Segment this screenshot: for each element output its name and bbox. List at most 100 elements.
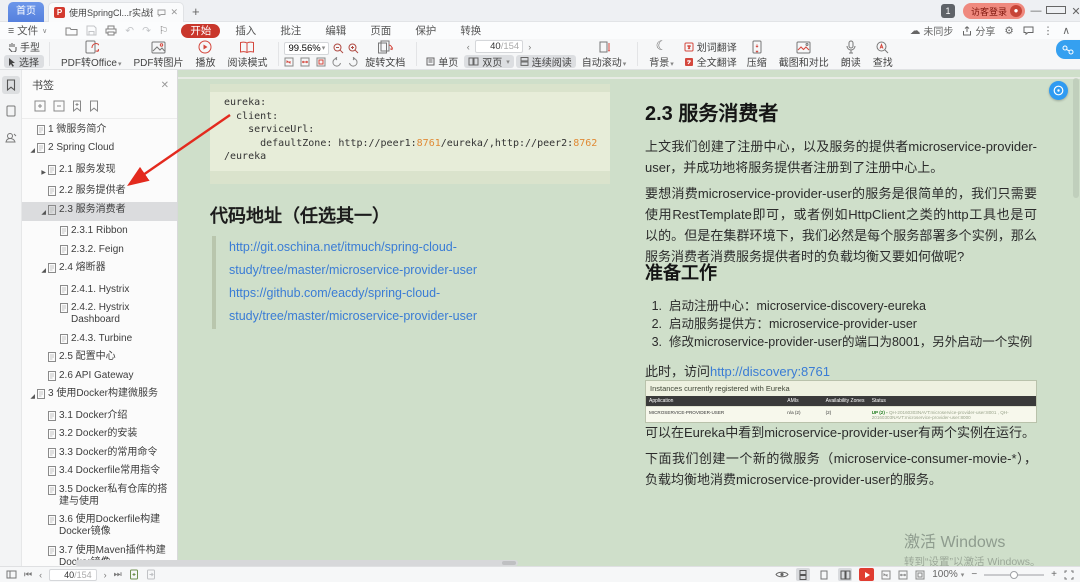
cloud-collaboration-tab[interactable] — [1056, 40, 1080, 59]
collapse-all-icon[interactable] — [53, 100, 65, 112]
menu-tab-3[interactable]: 编辑 — [316, 24, 355, 38]
rotate-left-icon[interactable] — [332, 57, 342, 67]
bookmark-item[interactable]: ◢2 Spring Cloud — [22, 140, 177, 159]
menu-tab-5[interactable]: 保护 — [406, 24, 445, 38]
close-window-button[interactable]: ✕ — [1066, 5, 1080, 18]
open-folder-icon[interactable] — [65, 26, 78, 36]
select-tool-button[interactable]: 选择 — [4, 55, 44, 68]
play-button[interactable]: 播放 — [189, 39, 221, 69]
settings-gear-icon[interactable]: ⚙ — [1004, 25, 1013, 37]
prev-page-icon-status[interactable]: ‹ — [39, 570, 42, 580]
expand-all-icon[interactable] — [34, 100, 46, 112]
hand-tool-button[interactable]: 手型 — [4, 40, 44, 53]
toggle-sidebar-icon[interactable] — [6, 570, 17, 579]
zoom-plus-icon[interactable]: + — [1051, 569, 1057, 580]
tree-expanded-icon[interactable]: ◢ — [37, 262, 46, 277]
snapshot-compare-button[interactable]: 截图和对比 — [773, 39, 835, 69]
fullscreen-icon[interactable] — [1064, 570, 1074, 580]
menu-tab-2[interactable]: 批注 — [271, 24, 310, 38]
bookmarks-panel-icon[interactable] — [2, 76, 20, 94]
assistant-float-button[interactable] — [1049, 81, 1068, 100]
restore-button[interactable] — [1046, 5, 1066, 17]
bookmark-item[interactable]: 2.2 服务提供者 — [22, 183, 177, 199]
view-double-icon[interactable] — [838, 568, 852, 581]
zoom-minus-icon[interactable]: − — [971, 569, 977, 580]
menu-tab-0[interactable]: 开始 — [181, 24, 220, 38]
double-page-button[interactable]: 双页▾ — [464, 55, 514, 68]
bookmark-item[interactable]: 2.4.1. Hystrix — [22, 282, 177, 298]
cloud-sync-button[interactable]: ☁ 未同步 — [910, 23, 954, 38]
background-button[interactable]: ☾ 背景▾ — [643, 39, 680, 69]
window-count-badge[interactable]: 1 — [941, 4, 955, 18]
print-icon[interactable] — [105, 25, 117, 36]
code-repo-link[interactable]: http://git.oschina.net/itmuch/spring-clo… — [229, 236, 584, 282]
bookmark-icon[interactable] — [89, 100, 99, 112]
next-page-icon-status[interactable]: › — [104, 570, 107, 580]
bookmark-item[interactable]: 2.4.2. Hystrix Dashboard — [22, 300, 177, 328]
find-button[interactable]: 查找 — [867, 39, 899, 69]
tab-home[interactable]: 首页 — [8, 2, 44, 22]
fit-width-icon[interactable] — [300, 57, 310, 67]
pdf-to-image-button[interactable]: PDF转图片 — [127, 39, 189, 69]
redo-icon[interactable]: ↷ — [142, 25, 151, 37]
tree-expanded-icon[interactable]: ◢ — [26, 142, 35, 157]
read-mode-button[interactable]: 阅读模式 — [221, 39, 273, 69]
bookmark-item[interactable]: 3.1 Docker介绍 — [22, 408, 177, 424]
bookmark-item[interactable]: 1 微服务简介 — [22, 122, 177, 138]
pdf-to-office-button[interactable]: PDF转Office▾ — [55, 39, 127, 69]
zoom-in-icon[interactable] — [348, 43, 359, 54]
auto-scroll-button[interactable]: 自动滚动▾ — [576, 39, 633, 69]
menu-tab-4[interactable]: 页面 — [361, 24, 400, 38]
more-options-icon[interactable]: ⋮ — [1043, 25, 1054, 37]
bookmark-item[interactable]: 2.4.3. Turbine — [22, 331, 177, 347]
minimize-button[interactable]: — — [1026, 5, 1046, 17]
document-view[interactable]: eureka: client: serviceUrl: defaultZone:… — [178, 70, 1080, 566]
actual-size-icon[interactable] — [284, 57, 294, 67]
bookmark-item[interactable]: 2.6 API Gateway — [22, 368, 177, 384]
insert-page-icon[interactable] — [129, 569, 139, 580]
undo-icon[interactable]: ↶ — [125, 25, 134, 37]
share-button[interactable]: 分享 — [962, 23, 995, 38]
view-continuous-icon[interactable] — [796, 568, 810, 581]
bookmark-item[interactable]: 2.5 配置中心 — [22, 349, 177, 365]
bookmark-item[interactable]: 2.3.1 Ribbon — [22, 223, 177, 239]
fit-page-icon-status[interactable] — [915, 570, 925, 580]
full-translate-button[interactable]: 全文翻译 — [680, 55, 741, 68]
vertical-scrollbar[interactable] — [1073, 78, 1079, 198]
bookmark-item[interactable]: ◢2.4 熔断器 — [22, 260, 177, 279]
thumbnails-panel-icon[interactable] — [2, 102, 20, 120]
page-number-input[interactable] — [479, 41, 501, 52]
file-menu[interactable]: ≡ 文件 ∨ — [0, 23, 55, 38]
menu-tab-6[interactable]: 转换 — [451, 24, 490, 38]
zoom-input[interactable]: 99.56% ▾ — [284, 42, 329, 55]
view-single-icon[interactable] — [817, 568, 831, 581]
last-page-icon[interactable]: ⏭ — [114, 569, 122, 580]
save-icon[interactable] — [86, 25, 97, 36]
zoom-out-icon[interactable] — [333, 43, 344, 54]
rotate-right-icon[interactable] — [348, 57, 358, 67]
new-tab-button[interactable]: + — [192, 4, 200, 19]
guest-login-button[interactable]: 访客登录 ● — [963, 3, 1025, 19]
word-translate-button[interactable]: 划词翻译 — [680, 40, 741, 53]
bookmark-item[interactable]: 3.6 使用Dockerfile构建Docker镜像 — [22, 512, 177, 540]
comment-bubble-icon[interactable] — [157, 9, 166, 17]
bookmark-item[interactable]: 3.5 Docker私有仓库的搭建与使用 — [22, 482, 177, 510]
page-number-box[interactable]: /154 — [475, 40, 524, 53]
zoom-slider[interactable] — [984, 574, 1044, 576]
annotations-panel-icon[interactable] — [2, 128, 20, 146]
close-tab-icon[interactable]: ✕ — [170, 7, 178, 18]
add-bookmark-icon[interactable] — [72, 100, 82, 112]
status-page-input[interactable] — [54, 570, 74, 580]
bookmark-item[interactable]: 3.4 Dockerfile常用指令 — [22, 463, 177, 479]
zoom-level-dropdown[interactable]: 100%▾ — [932, 569, 964, 580]
bookmark-item[interactable]: 3.2 Docker的安装 — [22, 426, 177, 442]
tree-expanded-icon[interactable]: ◢ — [26, 388, 35, 403]
bookmark-item[interactable]: 2.3.2. Feign — [22, 242, 177, 258]
menu-tab-1[interactable]: 插入 — [226, 24, 265, 38]
tree-collapsed-icon[interactable]: ▶ — [37, 164, 46, 179]
first-page-icon[interactable]: ⏮ — [24, 569, 32, 580]
bookmark-item[interactable]: ▶2.1 服务发现 — [22, 162, 177, 181]
collapse-toolbar-icon[interactable]: ∧ — [1062, 25, 1070, 37]
single-page-button[interactable]: 单页 — [422, 55, 462, 68]
fit-page-icon[interactable] — [316, 57, 326, 67]
